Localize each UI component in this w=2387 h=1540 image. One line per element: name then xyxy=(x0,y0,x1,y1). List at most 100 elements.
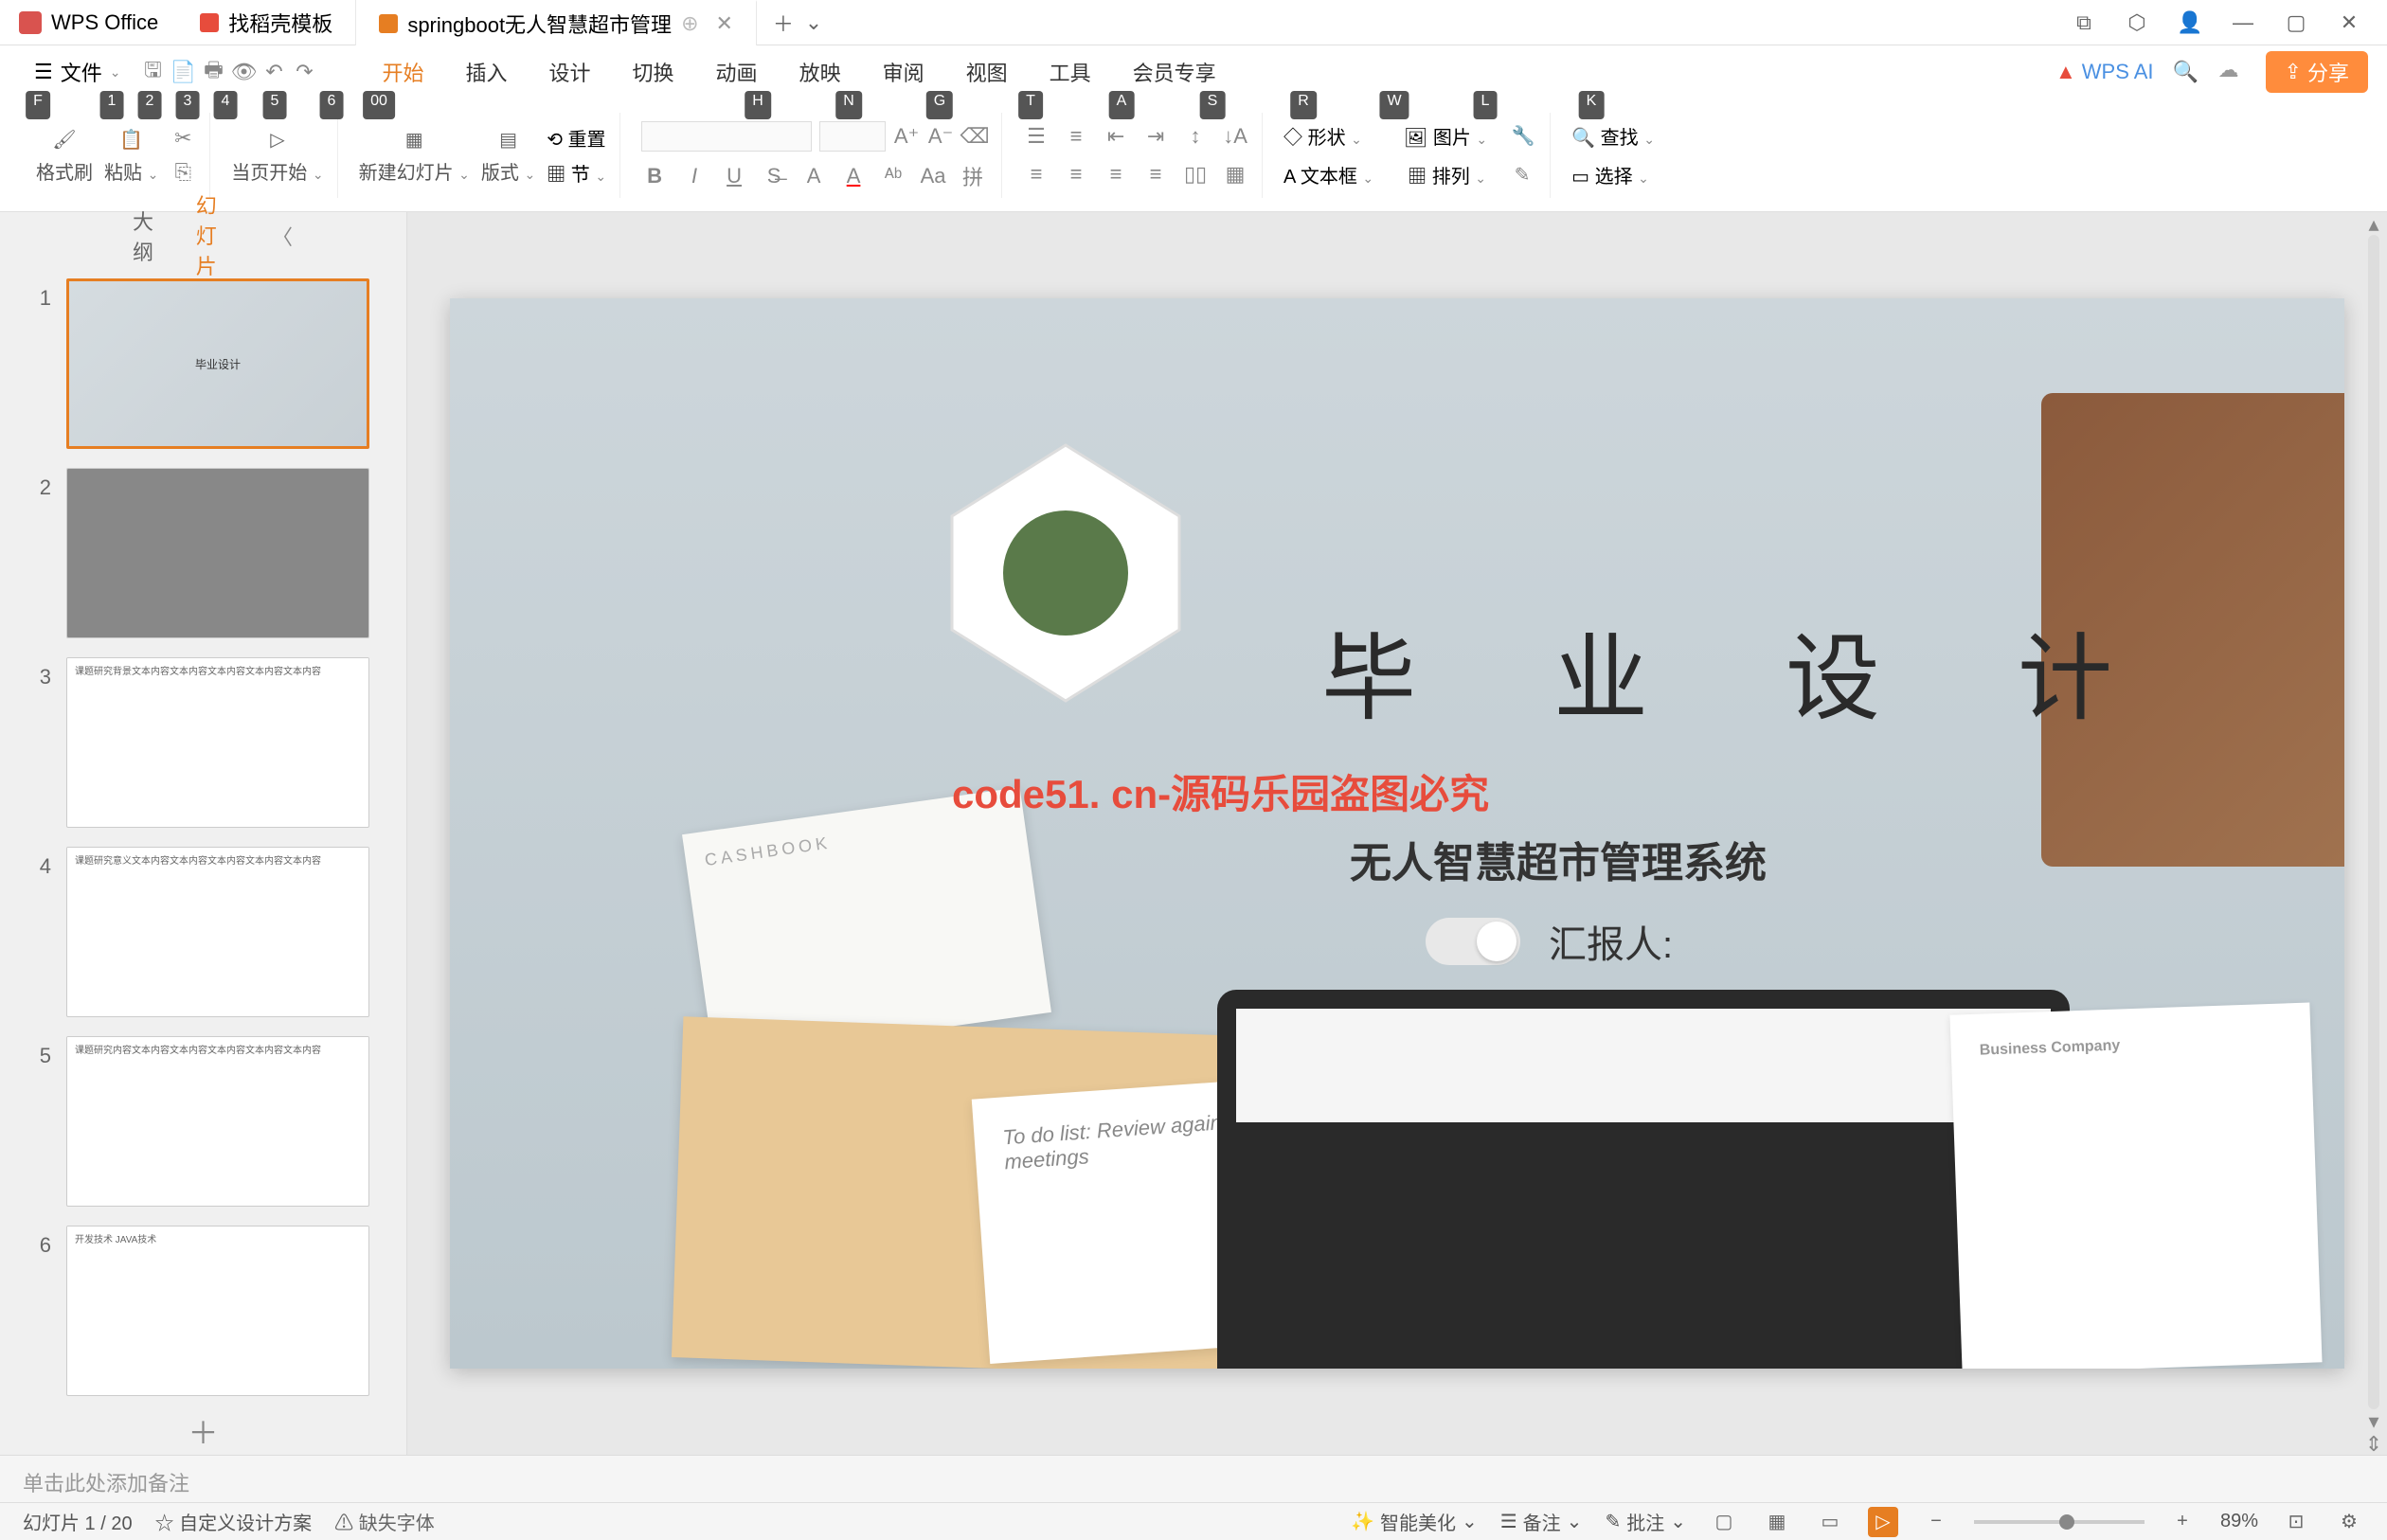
scroll-up-icon[interactable]: ▴ xyxy=(2368,212,2378,235)
fill-color-icon[interactable]: 🔧 xyxy=(1510,122,1536,149)
menu-transition[interactable]: 切换 xyxy=(614,51,693,93)
outline-color-icon[interactable]: ✎ xyxy=(1509,161,1535,188)
align-right-icon[interactable]: ≡ xyxy=(1103,161,1129,188)
reading-view-icon[interactable]: ▭ xyxy=(1815,1507,1845,1537)
slide-content[interactable]: CASHBOOK 毕 业 设 计 code51. cn-源码乐园盗图必究 无人智… xyxy=(450,298,2344,1369)
reset-button[interactable]: ⟲ 重置 xyxy=(547,124,606,152)
arrange-button[interactable]: ▦ 排列 ⌄ xyxy=(1408,161,1486,188)
find-button[interactable]: 🔍 查找 ⌄ xyxy=(1571,122,1655,150)
new-tab-button[interactable]: ＋ xyxy=(768,8,799,38)
menu-tools[interactable]: 工具 xyxy=(1031,51,1110,93)
slide-thumbnail[interactable] xyxy=(66,468,369,638)
collapse-panel-icon[interactable]: 〈 xyxy=(272,221,293,251)
numbering-icon[interactable]: ≡ xyxy=(1063,123,1089,150)
quick-save-icon[interactable]: 🖫 xyxy=(139,59,166,85)
bold-icon[interactable]: B xyxy=(641,163,668,189)
bullets-icon[interactable]: ☰ xyxy=(1023,123,1050,150)
menu-review[interactable]: 审阅 xyxy=(864,51,943,93)
clear-format-icon[interactable]: ⌫ xyxy=(961,123,988,150)
paste-button[interactable]: 📋 粘贴 ⌄ xyxy=(104,125,158,185)
decrease-indent-icon[interactable]: ⇤ xyxy=(1103,123,1129,150)
menu-view[interactable]: 视图 xyxy=(947,51,1027,93)
tab-templates[interactable]: 找稻壳模板 xyxy=(177,0,356,45)
text-direction-icon[interactable]: ↓A xyxy=(1222,123,1248,150)
minimize-button[interactable]: — xyxy=(2228,8,2258,38)
font-family-select[interactable] xyxy=(641,121,812,152)
slide-thumbnail[interactable]: 课题研究背景文本内容文本内容文本内容文本内容文本内容 xyxy=(66,657,369,828)
search-icon[interactable]: 🔍 xyxy=(2173,59,2199,85)
avatar-icon[interactable]: 👤 xyxy=(2175,8,2205,38)
phonetic-icon[interactable]: 拼 xyxy=(960,163,986,189)
from-current-button[interactable]: ▷ 当页开始 ⌄ xyxy=(231,125,323,185)
decrease-font-icon[interactable]: A⁻ xyxy=(927,123,954,150)
add-slide-button[interactable]: ＋ xyxy=(0,1407,406,1455)
increase-indent-icon[interactable]: ⇥ xyxy=(1142,123,1169,150)
strikethrough-icon[interactable]: S̶ xyxy=(761,163,787,189)
zoom-slider[interactable] xyxy=(1974,1520,2145,1524)
menu-member[interactable]: 会员专享 xyxy=(1114,51,1235,93)
font-color-icon[interactable]: A xyxy=(840,163,867,189)
quick-undo-icon[interactable]: ↶ xyxy=(260,59,287,85)
change-case-icon[interactable]: Aa xyxy=(920,163,946,189)
align-left-icon[interactable]: ≡ xyxy=(1023,161,1050,188)
slide-thumbnail[interactable]: 课题研究内容文本内容文本内容文本内容文本内容文本内容 xyxy=(66,1036,369,1207)
vertical-scrollbar[interactable]: ▴ ▾ ⇕ xyxy=(2364,212,2383,1455)
shape-button[interactable]: ◇ 形状 ⌄ xyxy=(1283,122,1362,150)
quick-preview-icon[interactable]: 👁 xyxy=(230,59,257,85)
quick-redo-icon[interactable]: ↷ xyxy=(291,59,317,85)
menu-start[interactable]: 开始 xyxy=(363,51,442,93)
pin-icon[interactable]: ⊕ xyxy=(681,11,698,36)
line-spacing-icon[interactable]: ↕ xyxy=(1182,123,1209,150)
select-button[interactable]: ▭ 选择 ⌄ xyxy=(1571,161,1655,188)
close-window-button[interactable]: ✕ xyxy=(2334,8,2364,38)
slide-thumbnail[interactable]: 开发技术 JAVA技术 xyxy=(66,1226,369,1396)
highlight-icon[interactable]: A xyxy=(800,163,827,189)
align-center-icon[interactable]: ≡ xyxy=(1063,161,1089,188)
cube-icon[interactable]: ⬡ xyxy=(2122,8,2152,38)
italic-icon[interactable]: I xyxy=(681,163,708,189)
zoom-out-icon[interactable]: − xyxy=(1921,1507,1951,1537)
underline-icon[interactable]: U xyxy=(721,163,747,189)
normal-view-icon[interactable]: ▢ xyxy=(1709,1507,1739,1537)
text-effect-icon[interactable]: ᴬᵇ xyxy=(880,163,906,189)
maximize-button[interactable]: ▢ xyxy=(2281,8,2311,38)
fill-icon[interactable]: ▦ xyxy=(1222,161,1248,188)
new-slide-button[interactable]: ▦ 新建幻灯片 ⌄ xyxy=(359,125,470,185)
wps-ai-button[interactable]: ▲ WPS AI xyxy=(2055,60,2154,84)
slide-thumbnail[interactable]: 课题研究意义文本内容文本内容文本内容文本内容文本内容 xyxy=(66,847,369,1017)
justify-icon[interactable]: ≡ xyxy=(1142,161,1169,188)
settings-icon[interactable]: ⚙ xyxy=(2334,1507,2364,1537)
menu-animation[interactable]: 动画 xyxy=(697,51,777,93)
menu-insert[interactable]: 插入 xyxy=(447,51,527,93)
missing-font-warning[interactable]: ⚠ 缺失字体 xyxy=(334,1508,435,1535)
tab-dropdown[interactable]: ⌄ xyxy=(799,8,829,38)
format-brush-button[interactable]: 🖌 格式刷 xyxy=(36,125,93,185)
smart-beautify-button[interactable]: ✨ 智能美化 ⌄ xyxy=(1351,1508,1478,1535)
sorter-view-icon[interactable]: ▦ xyxy=(1762,1507,1792,1537)
picture-button[interactable]: 🖼 图片 ⌄ xyxy=(1404,122,1487,150)
textbox-button[interactable]: A 文本框 ⌄ xyxy=(1283,161,1373,188)
custom-scheme-button[interactable]: ☆ 自定义设计方案 xyxy=(155,1508,313,1535)
slide-thumbnail[interactable]: 毕业设计 xyxy=(66,278,369,449)
quick-print-icon[interactable]: 🖶 xyxy=(200,59,226,85)
fit-view-icon[interactable]: ⊡ xyxy=(2281,1507,2311,1537)
increase-font-icon[interactable]: A⁺ xyxy=(893,123,920,150)
zoom-level[interactable]: 89% xyxy=(2220,1511,2258,1532)
share-button[interactable]: ⇪ 分享 xyxy=(2266,51,2368,93)
slideshow-view-icon[interactable]: ▷ xyxy=(1868,1507,1898,1537)
notes-pane[interactable]: 单击此处添加备注 xyxy=(0,1455,2387,1502)
tab-document[interactable]: springboot无人智慧超市管理 ⊕ ✕ xyxy=(356,0,757,45)
scroll-double-icon[interactable]: ⇕ xyxy=(2365,1432,2382,1455)
menu-design[interactable]: 设计 xyxy=(530,51,610,93)
scroll-down-icon[interactable]: ▾ xyxy=(2368,1409,2378,1432)
notes-toggle-button[interactable]: ☰ 备注 ⌄ xyxy=(1500,1508,1583,1535)
section-button[interactable]: ▦ 节 ⌄ xyxy=(547,159,606,187)
window-copy-icon[interactable]: ⧉ xyxy=(2069,8,2099,38)
cut-icon[interactable]: ✂ xyxy=(170,125,196,152)
file-menu[interactable]: ☰ 文件 ⌄ xyxy=(19,51,135,93)
copy-icon[interactable]: ⎘ xyxy=(170,159,196,186)
layout-button[interactable]: ▤ 版式 ⌄ xyxy=(481,125,535,185)
menu-slideshow[interactable]: 放映 xyxy=(781,51,860,93)
font-size-select[interactable] xyxy=(819,121,886,152)
cloud-icon[interactable]: ☁ xyxy=(2218,58,2247,86)
